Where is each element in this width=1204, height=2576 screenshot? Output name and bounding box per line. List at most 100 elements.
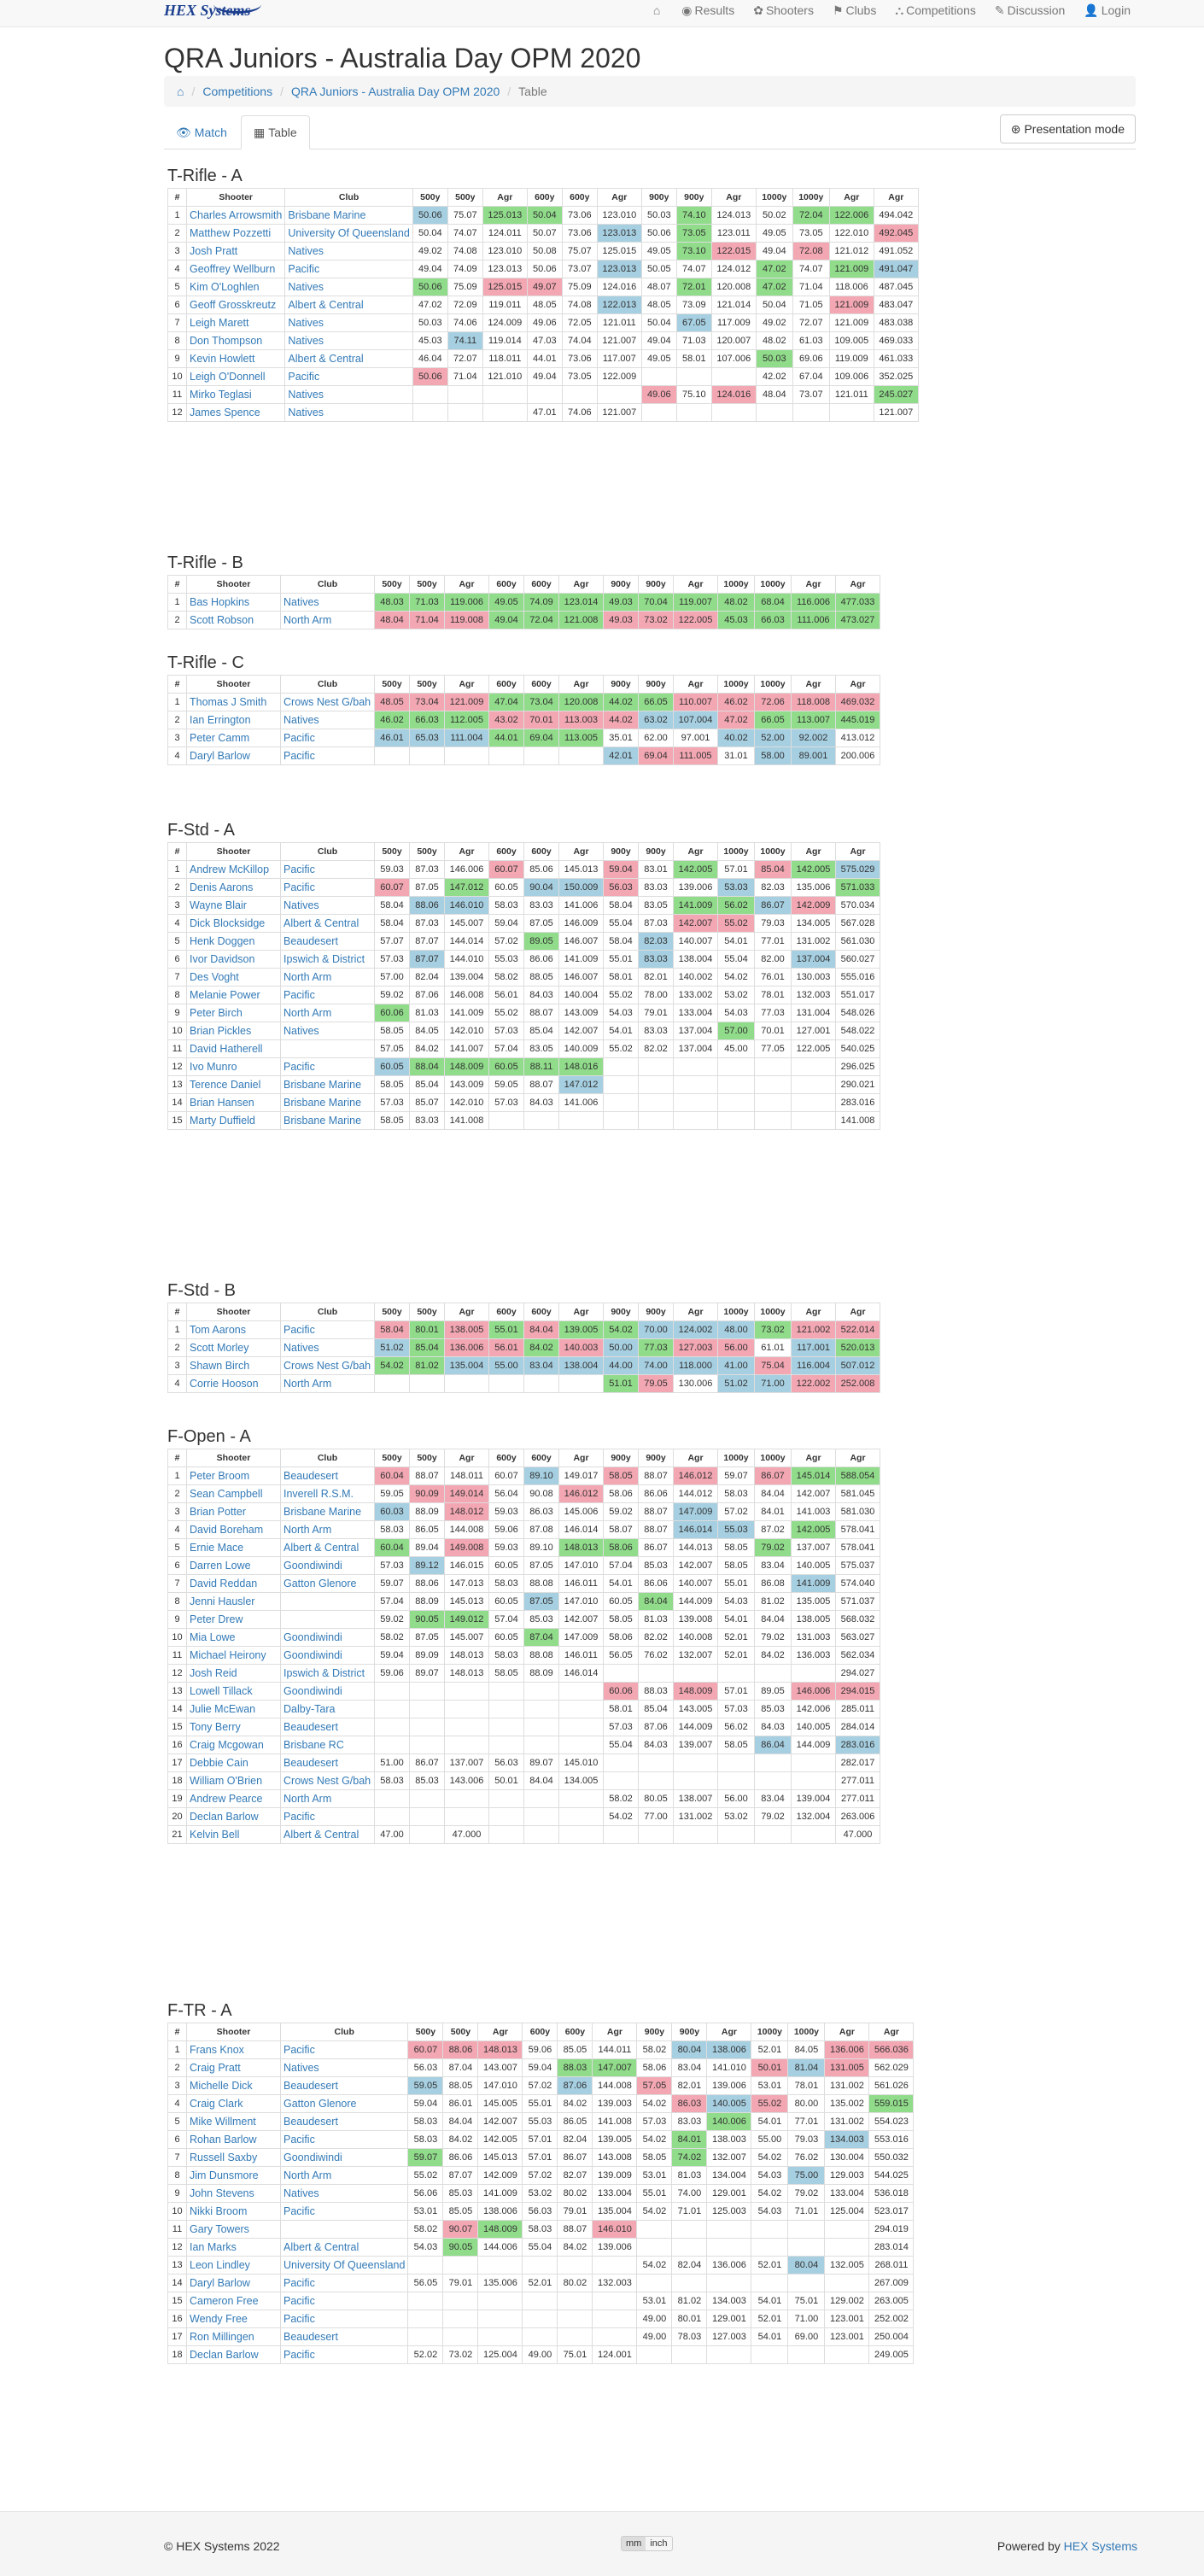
- column-header[interactable]: Agr: [873, 188, 919, 207]
- shooter-link[interactable]: Julie McEwan: [186, 1700, 281, 1718]
- club-link[interactable]: Pacific: [279, 2310, 409, 2328]
- unit-inch-button[interactable]: inch: [646, 2537, 671, 2550]
- nav-discussion[interactable]: ✎ Discussion: [985, 3, 1074, 18]
- column-header[interactable]: 600y: [523, 842, 559, 861]
- club-link[interactable]: Albert & Central: [284, 296, 413, 314]
- column-header[interactable]: 900y: [603, 575, 639, 594]
- shooter-link[interactable]: Debbie Cain: [186, 1753, 281, 1772]
- column-header[interactable]: #: [167, 1303, 187, 1321]
- column-header[interactable]: Club: [280, 575, 375, 594]
- column-header[interactable]: 500y: [409, 1449, 445, 1467]
- club-link[interactable]: Ipswich & District: [280, 950, 375, 969]
- shooter-link[interactable]: Terence Daniel: [186, 1075, 281, 1094]
- column-header[interactable]: 900y: [603, 1303, 639, 1321]
- club-link[interactable]: Pacific: [280, 860, 375, 879]
- shooter-link[interactable]: Darren Lowe: [186, 1556, 281, 1575]
- column-header[interactable]: Agr: [828, 188, 874, 207]
- column-header[interactable]: 600y: [488, 1303, 524, 1321]
- club-link[interactable]: North Arm: [280, 1374, 375, 1393]
- club-link[interactable]: North Arm: [280, 1520, 375, 1539]
- column-header[interactable]: 600y: [526, 188, 563, 207]
- nav-login[interactable]: 👤 Login: [1074, 3, 1140, 18]
- column-header[interactable]: Shooter: [186, 1303, 281, 1321]
- club-link[interactable]: Pacific: [280, 878, 375, 897]
- column-header[interactable]: 500y: [374, 1303, 410, 1321]
- shooter-link[interactable]: Kim O'Loghlen: [185, 278, 286, 296]
- column-header[interactable]: Agr: [477, 2023, 523, 2041]
- tab-match[interactable]: 👁 Match: [164, 115, 239, 149]
- column-header[interactable]: Agr: [482, 188, 528, 207]
- club-link[interactable]: [280, 1610, 375, 1629]
- shooter-link[interactable]: Nikki Broom: [186, 2202, 281, 2221]
- shooter-link[interactable]: Ron Millingen: [186, 2327, 281, 2346]
- column-header[interactable]: 600y: [523, 1449, 559, 1467]
- club-link[interactable]: Albert & Central: [284, 349, 413, 368]
- column-header[interactable]: 900y: [671, 2023, 708, 2041]
- breadcrumb-event[interactable]: QRA Juniors - Australia Day OPM 2020: [291, 85, 500, 98]
- column-header[interactable]: 1000y: [717, 675, 755, 694]
- column-header[interactable]: Club: [279, 2023, 409, 2041]
- column-header[interactable]: 900y: [603, 675, 639, 694]
- club-link[interactable]: Pacific: [284, 260, 413, 278]
- shooter-link[interactable]: Jenni Hausler: [186, 1592, 281, 1611]
- column-header[interactable]: Shooter: [186, 675, 281, 694]
- club-link[interactable]: Natives: [284, 242, 413, 261]
- column-header[interactable]: #: [167, 675, 187, 694]
- nav-home[interactable]: ⌂: [644, 3, 672, 17]
- column-header[interactable]: Agr: [673, 1303, 718, 1321]
- club-link[interactable]: [280, 1592, 375, 1611]
- club-link[interactable]: Goondiwindi: [280, 1628, 375, 1647]
- club-link[interactable]: Pacific: [279, 2202, 409, 2221]
- club-link[interactable]: Albert & Central: [280, 1825, 375, 1844]
- shooter-link[interactable]: Dick Blocksidge: [186, 914, 281, 933]
- shooter-link[interactable]: Frans Knox: [186, 2040, 281, 2059]
- shooter-link[interactable]: Leigh O'Donnell: [185, 367, 286, 386]
- shooter-link[interactable]: Marty Duffield: [186, 1111, 281, 1130]
- column-header[interactable]: 1000y: [792, 188, 830, 207]
- club-link[interactable]: Albert & Central: [280, 914, 375, 933]
- column-header[interactable]: 600y: [522, 2023, 558, 2041]
- shooter-link[interactable]: Don Thompson: [185, 331, 286, 350]
- club-link[interactable]: Pacific: [279, 2130, 409, 2149]
- column-header[interactable]: Club: [280, 1303, 375, 1321]
- shooter-link[interactable]: Kevin Howlett: [185, 349, 286, 368]
- column-header[interactable]: Agr: [673, 575, 718, 594]
- shooter-link[interactable]: Brian Potter: [186, 1502, 281, 1521]
- club-link[interactable]: Pacific: [280, 1807, 375, 1826]
- club-link[interactable]: Natives: [280, 896, 375, 915]
- club-link[interactable]: Beaudesert: [280, 1753, 375, 1772]
- column-header[interactable]: Club: [280, 675, 375, 694]
- column-header[interactable]: 1000y: [717, 1449, 755, 1467]
- shooter-link[interactable]: Daryl Barlow: [186, 2274, 281, 2292]
- column-header[interactable]: 500y: [409, 842, 445, 861]
- column-header[interactable]: 500y: [442, 2023, 479, 2041]
- club-link[interactable]: Pacific: [279, 2274, 409, 2292]
- club-link[interactable]: Pacific: [280, 1057, 375, 1076]
- shooter-link[interactable]: Brian Hansen: [186, 1093, 281, 1112]
- column-header[interactable]: Agr: [444, 575, 489, 594]
- shooter-link[interactable]: Peter Broom: [186, 1467, 281, 1485]
- club-link[interactable]: [280, 1039, 375, 1058]
- club-link[interactable]: Dalby-Tara: [280, 1700, 375, 1718]
- club-link[interactable]: [279, 2220, 409, 2239]
- shooter-link[interactable]: Rohan Barlow: [186, 2130, 281, 2149]
- column-header[interactable]: Agr: [868, 2023, 915, 2041]
- shooter-link[interactable]: Tony Berry: [186, 1718, 281, 1736]
- club-link[interactable]: Natives: [280, 1338, 375, 1357]
- club-link[interactable]: Natives: [280, 1022, 375, 1040]
- shooter-link[interactable]: Craig Clark: [186, 2094, 281, 2113]
- shooter-link[interactable]: Declan Barlow: [186, 2345, 281, 2364]
- club-link[interactable]: Beaudesert: [280, 1467, 375, 1485]
- column-header[interactable]: Agr: [558, 1303, 604, 1321]
- column-header[interactable]: 600y: [523, 1303, 559, 1321]
- column-header[interactable]: 600y: [488, 675, 524, 694]
- club-link[interactable]: Natives: [284, 403, 413, 422]
- club-link[interactable]: Pacific: [280, 1320, 375, 1339]
- shooter-link[interactable]: Scott Robson: [186, 611, 281, 629]
- presentation-mode-button[interactable]: ⊛ Presentation mode: [999, 114, 1136, 143]
- club-link[interactable]: Natives: [280, 711, 375, 729]
- club-link[interactable]: Natives: [284, 385, 413, 404]
- shooter-link[interactable]: Leigh Marett: [185, 313, 286, 332]
- club-link[interactable]: Natives: [279, 2184, 409, 2203]
- shooter-link[interactable]: Peter Drew: [186, 1610, 281, 1629]
